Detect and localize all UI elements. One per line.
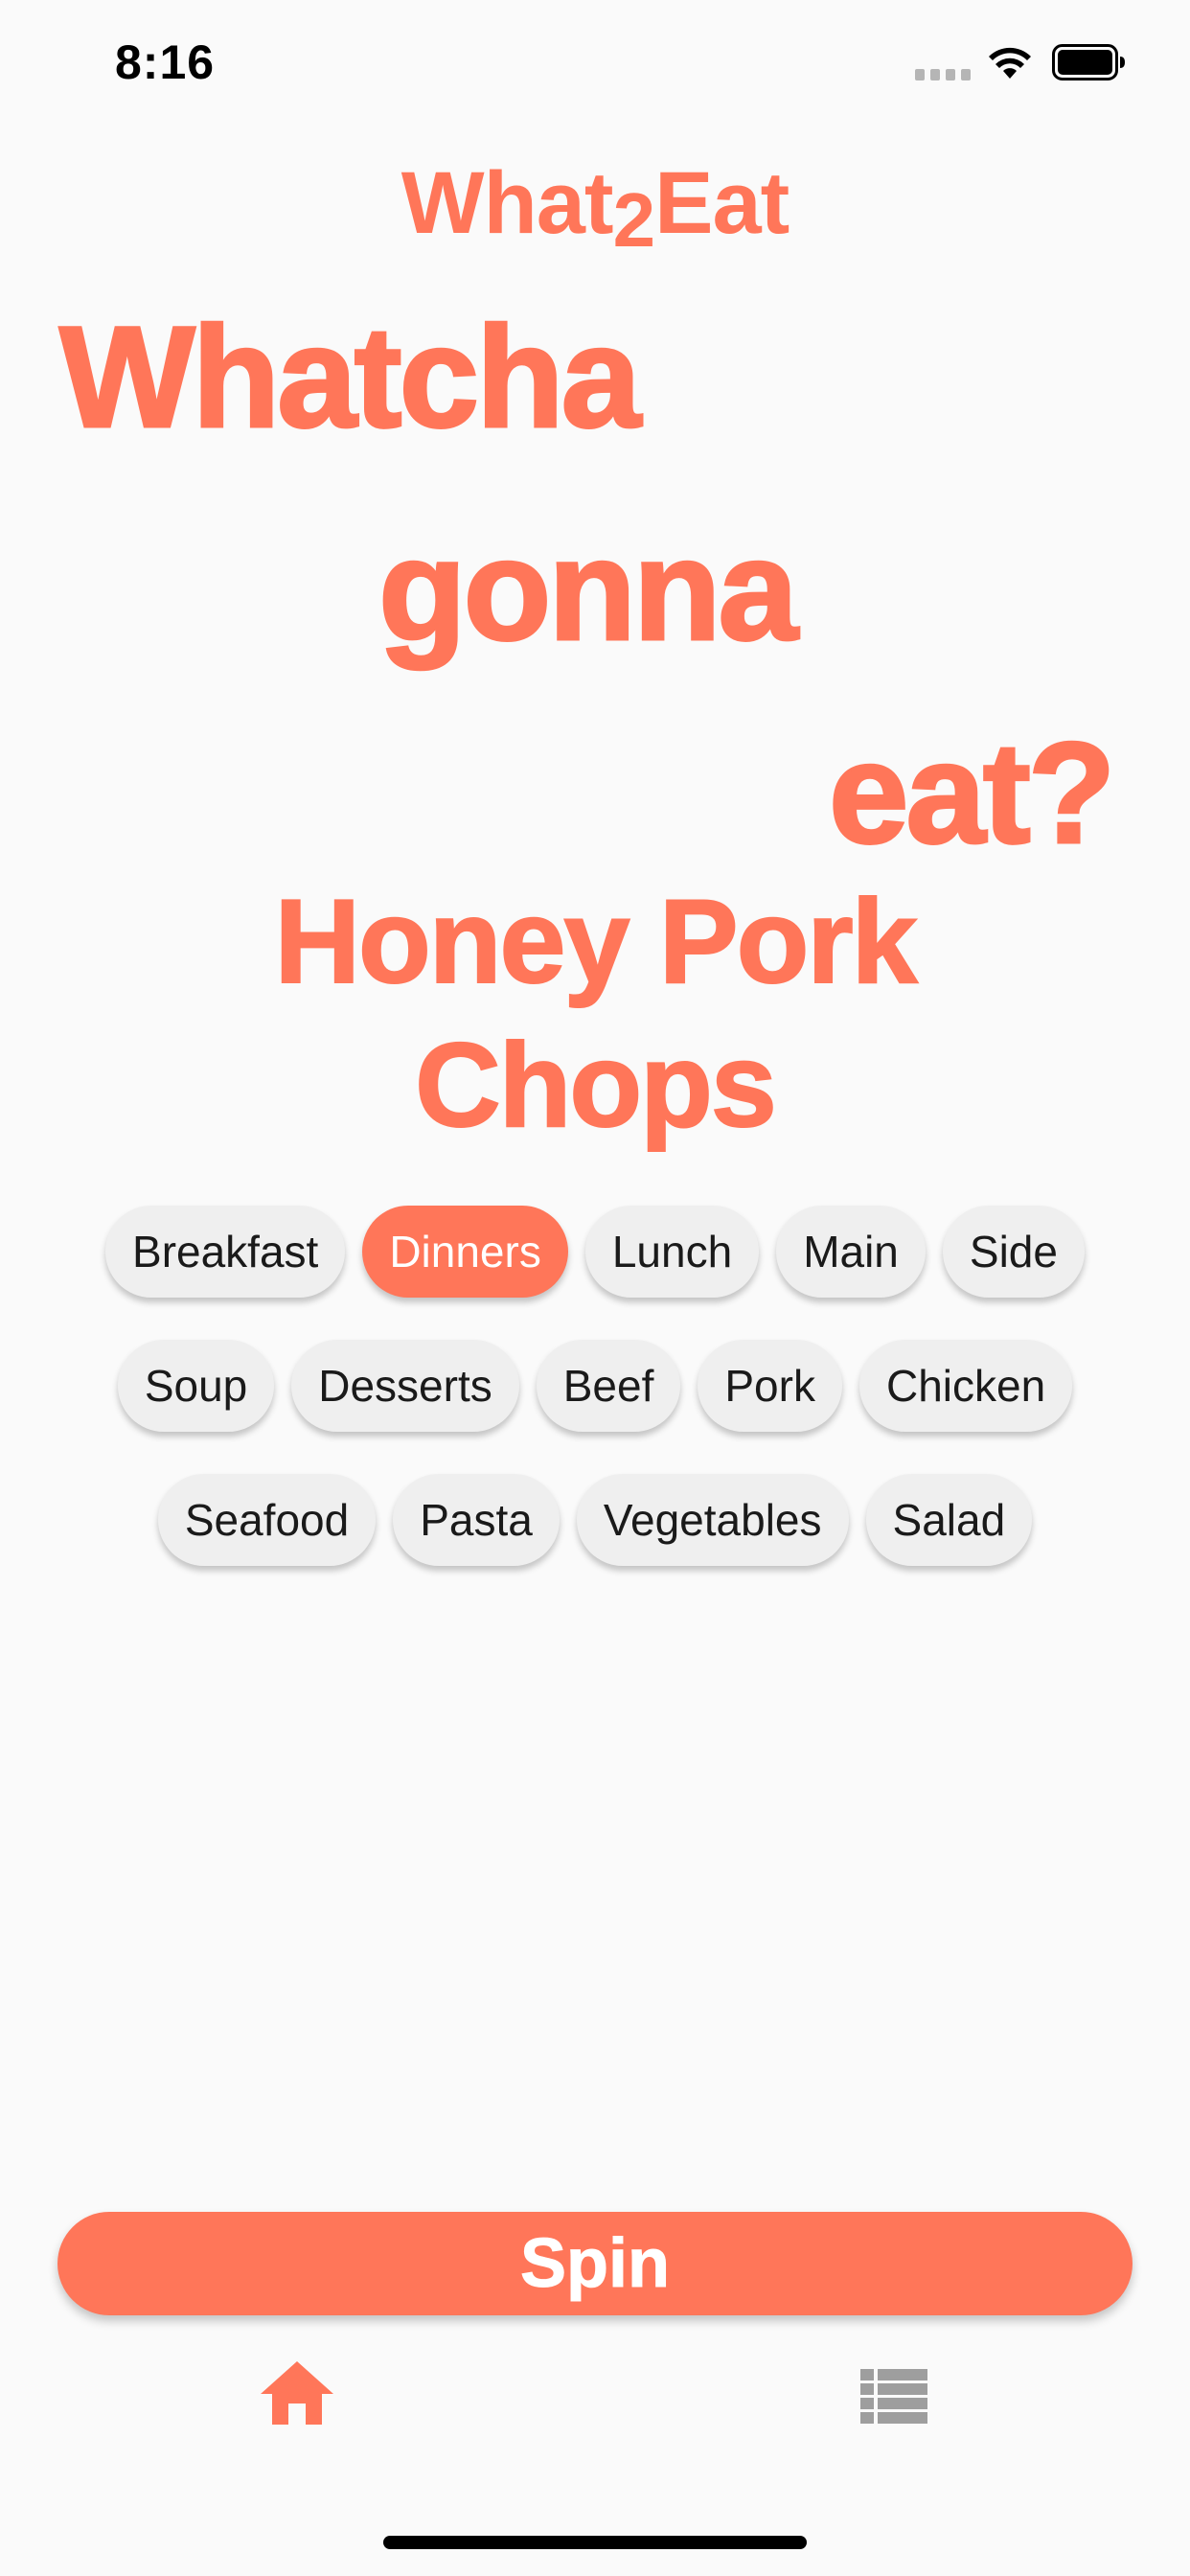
status-time: 8:16 — [115, 35, 216, 89]
cellular-signal-icon — [915, 69, 971, 80]
chip-lunch[interactable]: Lunch — [584, 1206, 760, 1298]
chip-seafood[interactable]: Seafood — [157, 1474, 377, 1566]
logo-text-what: What — [400, 154, 614, 252]
home-icon[interactable] — [259, 2359, 335, 2426]
chip-pork[interactable]: Pork — [698, 1340, 842, 1432]
chip-vegetables[interactable]: Vegetables — [576, 1474, 849, 1566]
recipe-result-line-1: Honey Pork — [273, 875, 918, 1009]
headline-line-1: Whatcha — [57, 296, 642, 457]
chip-pasta[interactable]: Pasta — [393, 1474, 560, 1566]
chip-soup[interactable]: Soup — [117, 1340, 275, 1432]
logo-text-eat: Eat — [654, 154, 790, 252]
battery-icon — [1052, 44, 1125, 80]
chip-breakfast[interactable]: Breakfast — [105, 1206, 346, 1298]
chip-salad[interactable]: Salad — [865, 1474, 1033, 1566]
category-chips-row-1: Breakfast Dinners Lunch Main Side — [0, 1206, 1190, 1298]
chip-chicken[interactable]: Chicken — [858, 1340, 1073, 1432]
chip-side[interactable]: Side — [942, 1206, 1085, 1298]
headline-line-3: eat? — [827, 712, 1116, 873]
chip-dinners[interactable]: Dinners — [362, 1206, 568, 1298]
category-chips-row-2: Soup Desserts Beef Pork Chicken — [0, 1340, 1190, 1432]
chip-main[interactable]: Main — [776, 1206, 926, 1298]
wifi-icon — [989, 47, 1031, 79]
logo-text-two: 2 — [612, 177, 655, 263]
home-indicator — [383, 2536, 807, 2549]
recipe-result: Honey Pork Chops — [96, 870, 1094, 1158]
recipe-result-line-2: Chops — [414, 1019, 778, 1153]
chip-beef[interactable]: Beef — [536, 1340, 681, 1432]
category-chips-row-3: Seafood Pasta Vegetables Salad — [0, 1474, 1190, 1566]
headline-line-2: gonna — [378, 509, 800, 670]
chip-desserts[interactable]: Desserts — [291, 1340, 519, 1432]
app-logo: What2Eat — [0, 153, 1190, 263]
list-icon[interactable] — [860, 2369, 927, 2425]
spin-button[interactable]: Spin — [57, 2212, 1133, 2315]
